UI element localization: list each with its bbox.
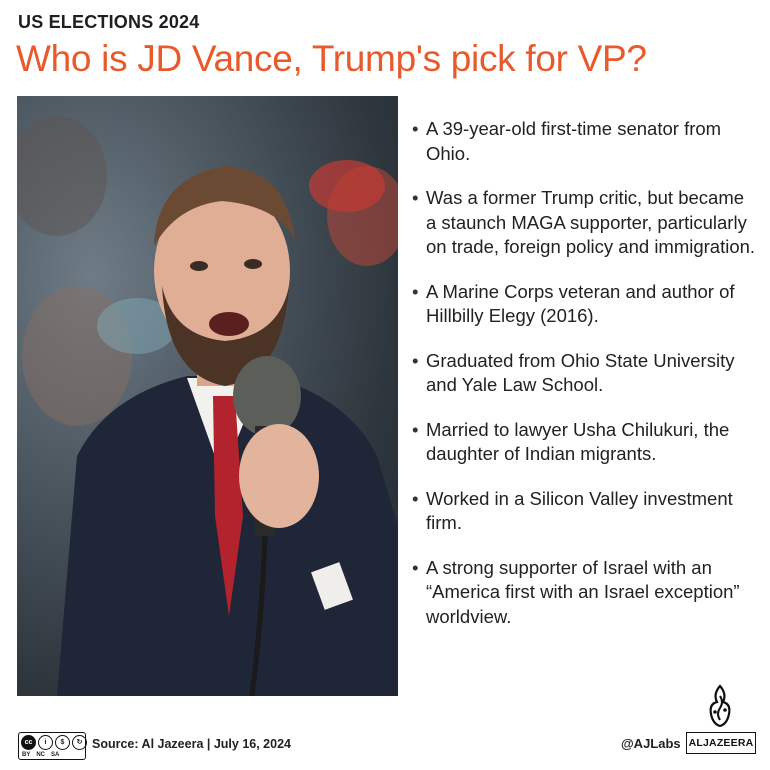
aljazeera-flame-icon bbox=[709, 684, 731, 728]
speaker-with-microphone-photo-icon bbox=[17, 116, 398, 696]
aljazeera-wordmark: ALJAZEERA bbox=[686, 732, 756, 754]
headline: Who is JD Vance, Trump's pick for VP? bbox=[16, 38, 647, 79]
list-item: A 39-year-old first-time senator from Oh… bbox=[412, 117, 757, 166]
source-line: Source: Al Jazeera | July 16, 2024 bbox=[92, 737, 291, 751]
creative-commons-by-nc-sa-icon: cc i $ ↻ BY NC SA bbox=[18, 732, 87, 760]
list-item: A strong supporter of Israel with an “Am… bbox=[412, 556, 757, 630]
fact-list: A 39-year-old first-time senator from Oh… bbox=[412, 117, 757, 649]
sharealike-icon: ↻ bbox=[72, 735, 87, 750]
list-item: Graduated from Ohio State University and… bbox=[412, 349, 757, 398]
portrait-photo bbox=[17, 96, 398, 696]
social-handle[interactable]: @AJLabs bbox=[621, 736, 681, 751]
noncommercial-icon: $ bbox=[55, 735, 70, 750]
aljazeera-logo: ALJAZEERA bbox=[686, 684, 756, 760]
cc-icon: cc bbox=[21, 735, 36, 750]
license-tag: BY bbox=[22, 752, 31, 758]
list-item: Worked in a Silicon Valley investment fi… bbox=[412, 487, 757, 536]
list-item: A Marine Corps veteran and author of Hil… bbox=[412, 280, 757, 329]
list-item: Was a former Trump critic, but became a … bbox=[412, 186, 757, 260]
list-item: Married to lawyer Usha Chilukuri, the da… bbox=[412, 418, 757, 467]
attribution-icon: i bbox=[38, 735, 53, 750]
license-tag: SA bbox=[51, 752, 60, 758]
kicker: US ELECTIONS 2024 bbox=[18, 12, 200, 32]
license-tag: NC bbox=[36, 752, 46, 758]
footer: cc i $ ↻ BY NC SA Source: Al Jazeera | J… bbox=[0, 684, 770, 770]
